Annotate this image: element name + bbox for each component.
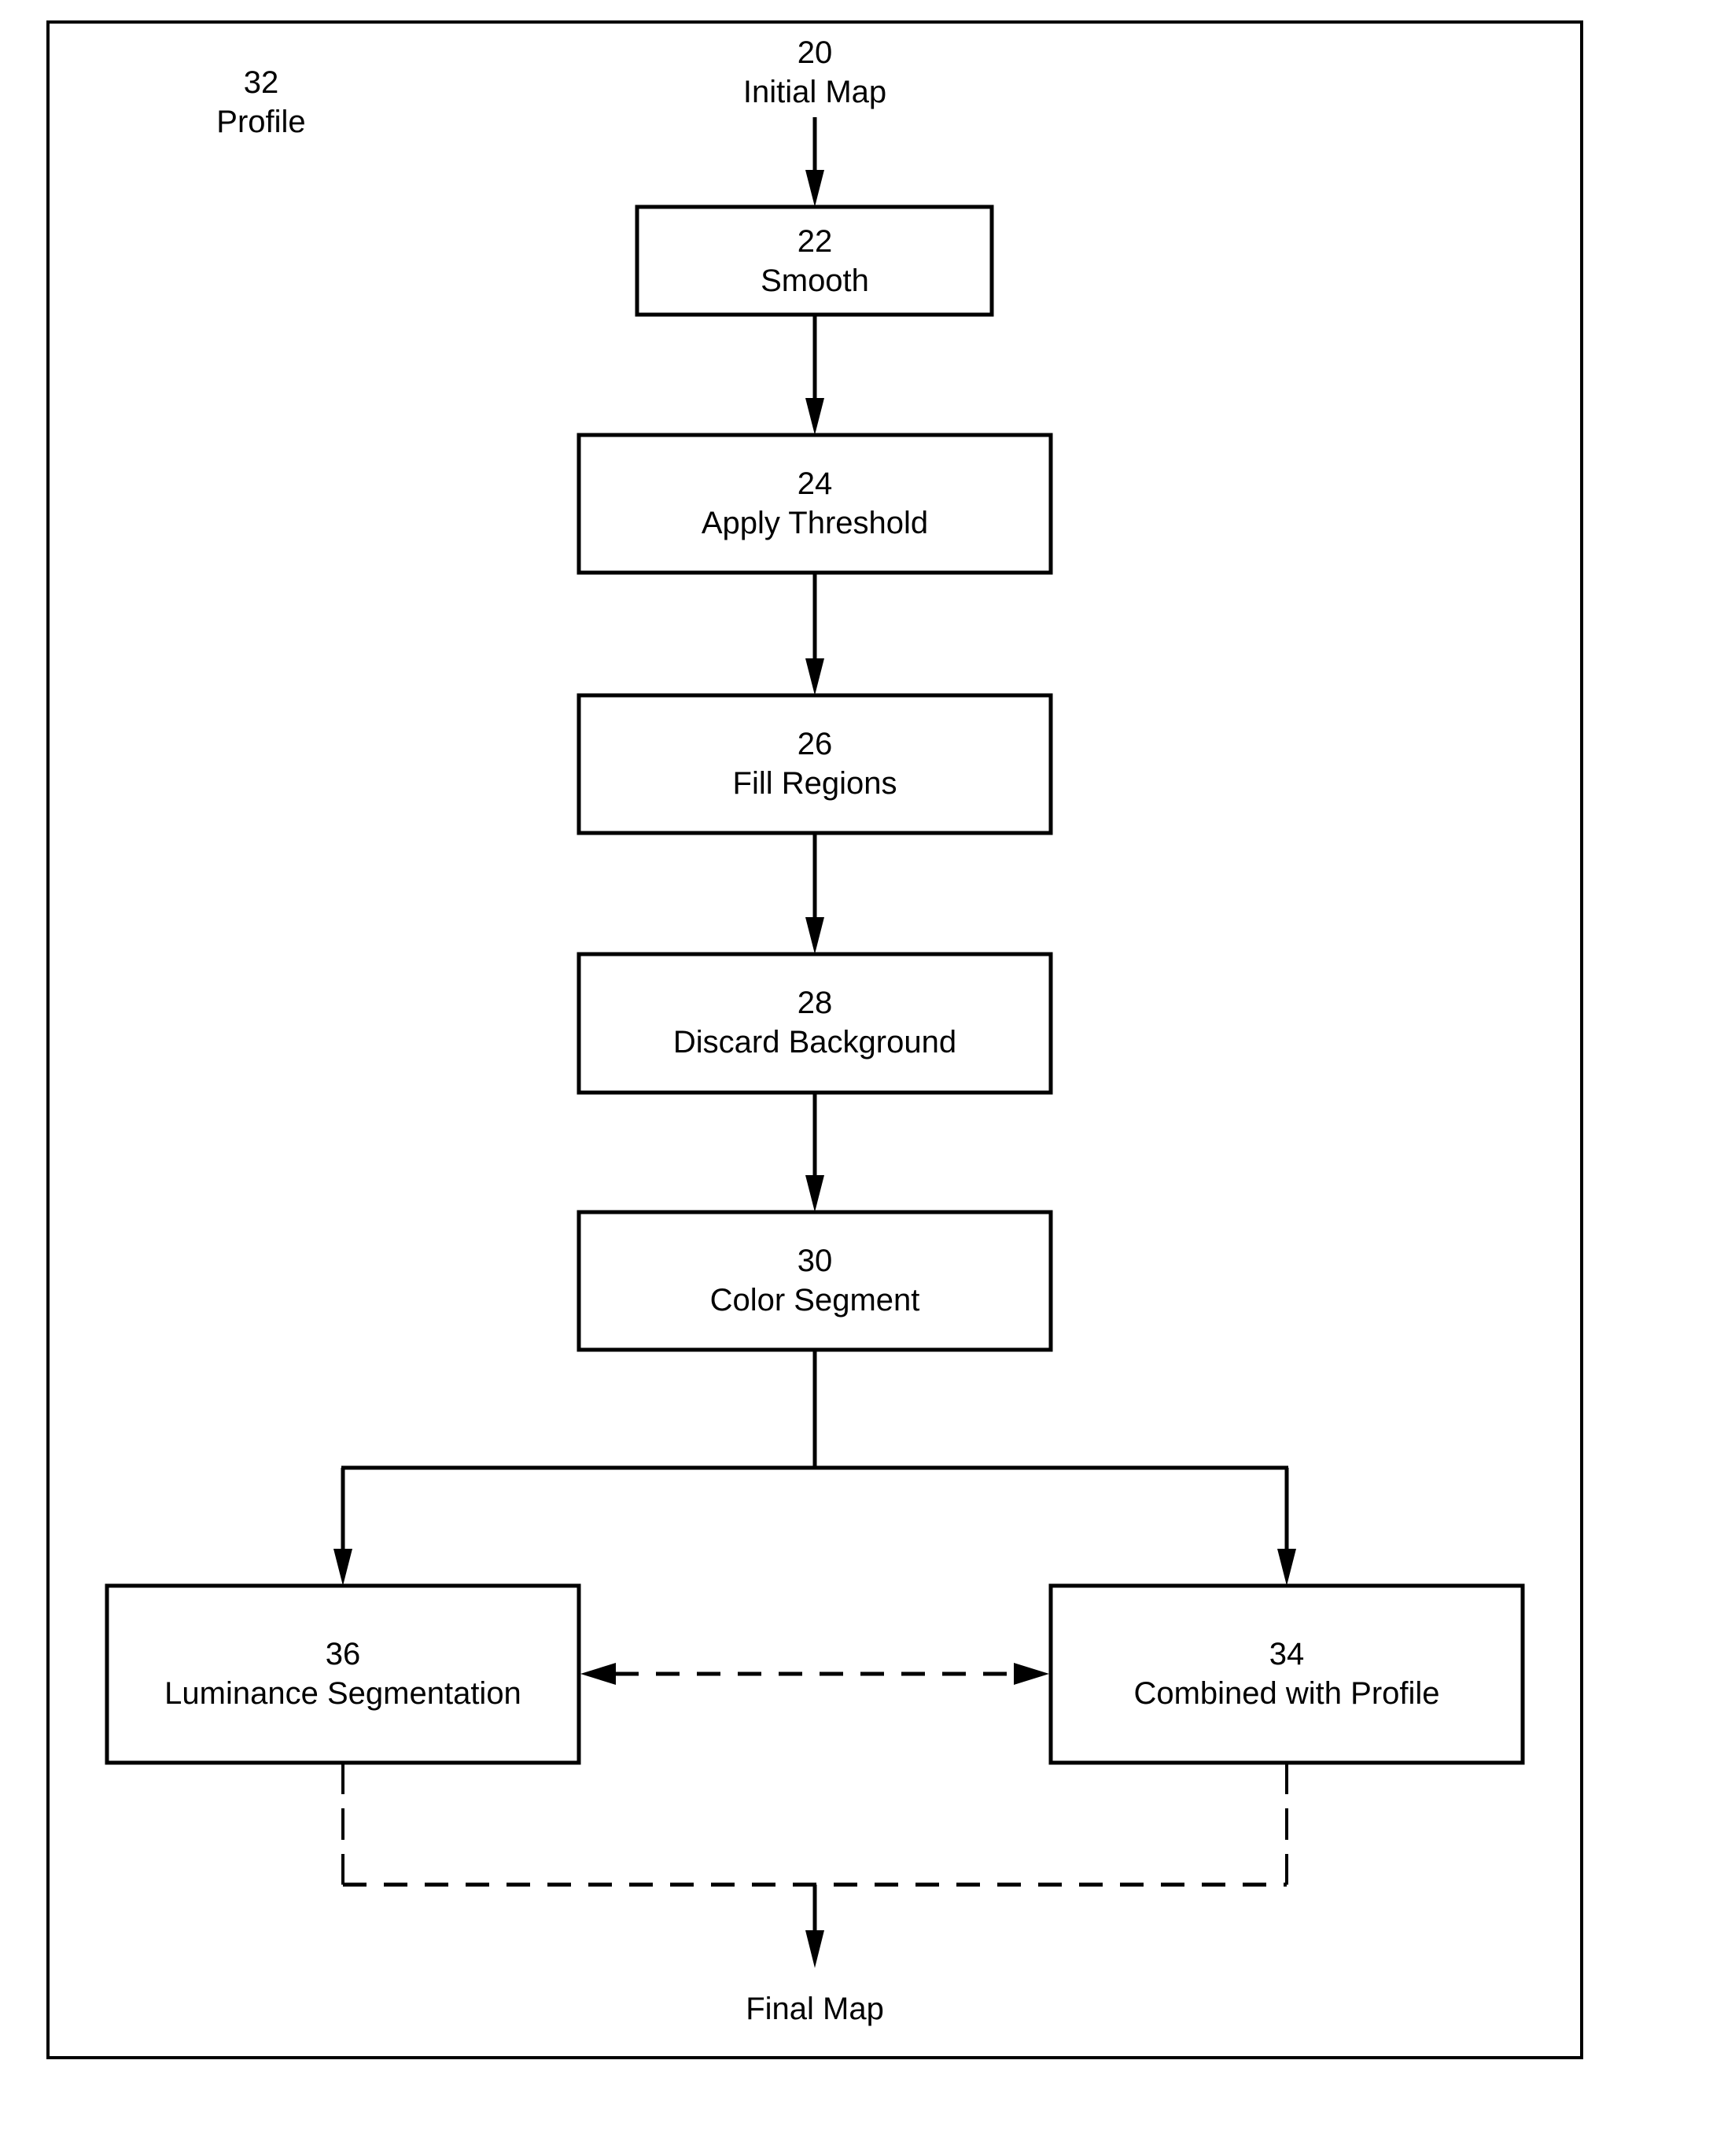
arrow-apply-threshold-to-fill-regions [805,573,824,695]
arrow-initial-map-to-smooth [805,117,824,207]
initial-map-number: 20 [798,35,833,70]
profile-label: Profile [216,105,305,139]
branch-connector [341,1350,1288,1470]
final-map-label: Final Map [746,1992,884,2026]
node-smooth-number: 22 [798,224,833,259]
node-apply-threshold-label: Apply Threshold [702,506,928,540]
node-color-segment: 30 Color Segment [577,1210,1053,1352]
arrow-to-final-map [805,1885,824,1968]
node-smooth-label: Smooth [761,264,869,298]
arrow-color-segment-to-combined-with-profile [1277,1468,1296,1586]
node-fill-regions-number: 26 [798,727,833,761]
node-combined-with-profile-number: 34 [1269,1637,1305,1671]
node-discard-background-number: 28 [798,986,833,1020]
arrow-discard-background-to-color-segment [805,1093,824,1212]
node-apply-threshold-number: 24 [798,466,833,501]
arrow-smooth-to-apply-threshold [805,315,824,435]
node-combined-with-profile-label: Combined with Profile [1133,1676,1439,1711]
node-discard-background: 28 Discard Background [577,952,1053,1095]
profile-number: 32 [244,65,279,100]
node-discard-background-label: Discard Background [673,1025,956,1060]
node-luminance-segmentation-label: Luminance Segmentation [164,1676,521,1711]
node-luminance-segmentation: 36 Luminance Segmentation [105,1583,581,1765]
dashed-bidirectional-arrow [580,1663,1049,1685]
dashed-merge-connector [341,1763,1288,1887]
node-fill-regions: 26 Fill Regions [577,693,1053,835]
node-color-segment-number: 30 [798,1244,833,1278]
arrow-fill-regions-to-discard-background [805,833,824,954]
flowchart-diagram: 32 Profile 20 Initial Map 22 Smooth 24 A… [46,20,1583,2059]
node-fill-regions-label: Fill Regions [733,766,897,801]
initial-map-label: Initial Map [743,75,886,109]
node-smooth: 22 Smooth [635,205,994,317]
node-apply-threshold: 24 Apply Threshold [577,433,1053,575]
node-color-segment-label: Color Segment [710,1283,920,1318]
arrow-color-segment-to-luminance-segmentation [333,1468,352,1586]
node-luminance-segmentation-number: 36 [326,1637,361,1671]
node-combined-with-profile: 34 Combined with Profile [1048,1583,1525,1765]
